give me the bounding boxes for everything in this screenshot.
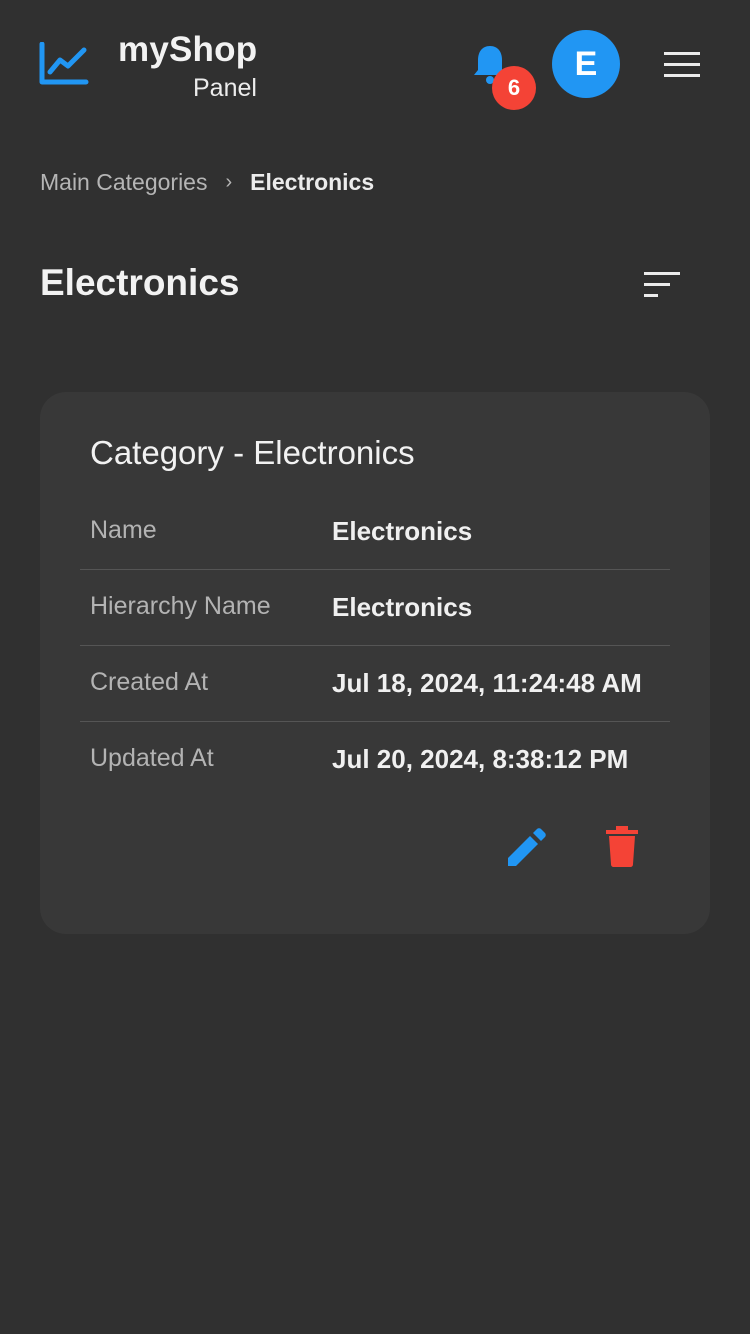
brand-subtitle: Panel xyxy=(193,74,257,102)
detail-row-name: Name Electronics xyxy=(80,494,670,570)
detail-label: Created At xyxy=(90,668,209,696)
chart-line-icon[interactable] xyxy=(38,42,90,86)
hamburger-menu-icon[interactable] xyxy=(662,50,702,80)
detail-table: Name Electronics Hierarchy Name Electron… xyxy=(80,494,670,798)
detail-label: Name xyxy=(90,516,157,544)
breadcrumb: Main Categories › Electronics xyxy=(40,166,374,198)
page-title: Electronics xyxy=(40,262,240,303)
app-root: myShop Panel 6 E Main Categories › Elect… xyxy=(0,0,750,1334)
trash-icon[interactable] xyxy=(602,824,642,868)
user-avatar[interactable]: E xyxy=(552,30,620,98)
detail-label: Hierarchy Name xyxy=(90,592,271,620)
detail-value: Jul 20, 2024, 8:38:12 PM xyxy=(332,744,629,774)
brand-title: myShop xyxy=(118,30,258,69)
chevron-right-icon: › xyxy=(225,170,233,193)
sort-icon[interactable] xyxy=(642,270,682,300)
detail-label: Updated At xyxy=(90,744,214,772)
breadcrumb-link-main-categories[interactable]: Main Categories xyxy=(40,169,207,196)
detail-row-created-at: Created At Jul 18, 2024, 11:24:48 AM xyxy=(80,646,670,722)
detail-row-updated-at: Updated At Jul 20, 2024, 8:38:12 PM xyxy=(80,722,670,798)
notification-badge: 6 xyxy=(492,66,536,110)
detail-row-hierarchy-name: Hierarchy Name Electronics xyxy=(80,570,670,646)
detail-value: Electronics xyxy=(332,592,473,622)
breadcrumb-current: Electronics xyxy=(250,168,375,195)
pencil-icon[interactable] xyxy=(504,826,548,870)
category-detail-card: Category - Electronics Name Electronics … xyxy=(40,392,710,934)
detail-value: Jul 18, 2024, 11:24:48 AM xyxy=(332,668,642,698)
card-title: Category - Electronics xyxy=(90,434,415,471)
detail-value: Electronics xyxy=(332,516,473,546)
app-header: myShop Panel 6 E xyxy=(0,0,750,130)
